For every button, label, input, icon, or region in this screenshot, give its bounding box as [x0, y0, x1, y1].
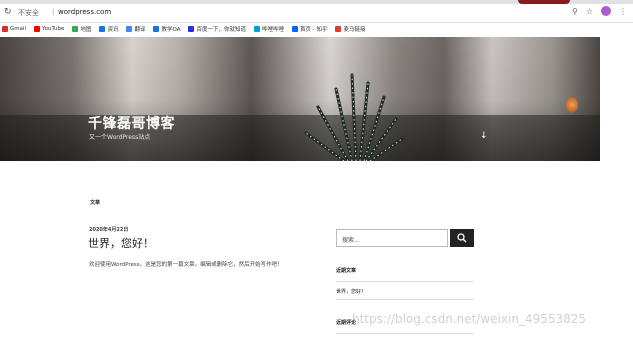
menu-icon[interactable]: ⋮	[619, 7, 627, 16]
bookmark-favicon-icon	[335, 26, 342, 32]
address-bar-actions: ⚲ ☆ ⋮	[572, 6, 627, 16]
section-heading: 文章	[90, 200, 101, 206]
bookmark-item[interactable]: 资讯	[99, 25, 118, 33]
bookmark-label: Gmail	[10, 26, 27, 32]
bookmark-label: 哔哩哔哩	[261, 27, 284, 33]
bookmark-item[interactable]: YouTube	[34, 26, 64, 32]
recent-posts-title: 近期文章	[336, 268, 357, 274]
recent-post-link[interactable]: 世界，您好！	[336, 288, 366, 295]
bookmark-item[interactable]: 麦马链接	[335, 25, 366, 33]
profile-avatar[interactable]	[601, 6, 611, 16]
bookmark-item[interactable]: 翻译	[126, 25, 145, 33]
bookmark-item[interactable]: 地图	[72, 25, 91, 33]
bookmark-item[interactable]: 首页 - 知乎	[292, 25, 327, 33]
address-bar: ↻ 不安全 | wordpress.com ⚲ ☆ ⋮	[0, 4, 633, 23]
bookmark-label: 百度一下，你就知道	[196, 27, 246, 33]
bookmark-label: 翻译	[134, 27, 146, 33]
bookmark-item[interactable]: 教学OA	[153, 25, 180, 33]
post-date[interactable]: 2020年4月22日	[89, 226, 128, 233]
bookmark-favicon-icon	[99, 26, 106, 32]
bookmark-label: 教学OA	[161, 27, 181, 33]
search-icon	[457, 233, 467, 243]
star-icon[interactable]: ☆	[586, 7, 593, 16]
bookmark-favicon-icon	[253, 26, 260, 32]
bookmark-label: 资讯	[107, 27, 119, 33]
divider	[336, 333, 474, 334]
plant-illustration	[304, 73, 404, 161]
bookmark-favicon-icon	[72, 26, 79, 32]
bookmark-label: 地图	[80, 27, 92, 33]
bookmarks-bar: Gmail YouTube 地图 资讯 翻译 教学OA 百度一下，你就知道 哔哩哔哩 首页 - …	[0, 23, 633, 35]
bookmark-favicon-icon	[292, 26, 298, 32]
bookmark-favicon-icon	[2, 26, 8, 32]
post-excerpt: 欢迎使用WordPress。这是您的第一篇文章。编辑或删除它，然后开始写作吧！	[89, 262, 283, 268]
security-label[interactable]: 不安全	[18, 8, 39, 18]
bookmark-item[interactable]: Gmail	[2, 26, 26, 32]
bookmark-favicon-icon	[188, 26, 195, 32]
bookmark-label: 麦马链接	[343, 27, 366, 33]
bookmark-label: 首页 - 知乎	[300, 27, 328, 33]
divider	[336, 281, 474, 282]
site-title[interactable]: 千锋磊哥博客	[88, 113, 175, 133]
bookmark-favicon-icon	[153, 26, 160, 32]
post-title[interactable]: 世界，您好！	[88, 235, 154, 251]
bookmark-favicon-icon	[34, 26, 41, 32]
watermark-text: https://blog.csdn.net/weixin_49553825	[352, 312, 587, 326]
refresh-icon[interactable]: ↻	[4, 7, 12, 17]
header-image	[0, 37, 600, 161]
divider	[336, 299, 474, 300]
scroll-down-icon[interactable]: ↓	[480, 131, 488, 141]
site-tagline: 又一个WordPress站点	[89, 134, 151, 141]
bookmark-favicon-icon	[126, 26, 133, 32]
bookmark-item[interactable]: 百度一下，你就知道	[188, 25, 246, 33]
url-separator: |	[52, 8, 55, 16]
zoom-icon[interactable]: ⚲	[572, 7, 578, 16]
bookmark-item[interactable]: 哔哩哔哩	[253, 25, 284, 33]
search-input[interactable]: 搜索...	[336, 229, 448, 247]
search-button[interactable]	[450, 229, 474, 247]
bookmark-label: YouTube	[42, 26, 65, 32]
url-text[interactable]: wordpress.com	[58, 8, 111, 16]
